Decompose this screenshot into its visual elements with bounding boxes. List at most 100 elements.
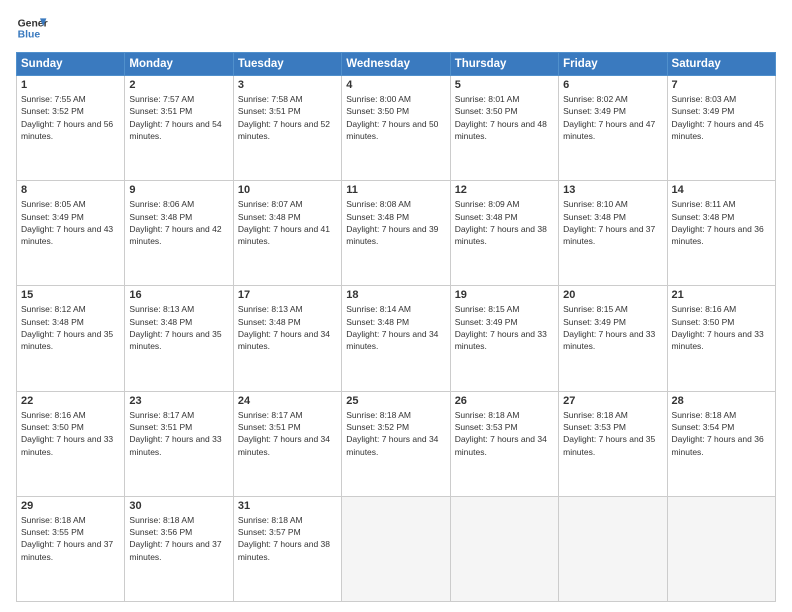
day-info: Sunrise: 8:00 AMSunset: 3:50 PMDaylight:…	[346, 93, 445, 142]
day-info: Sunrise: 8:18 AMSunset: 3:57 PMDaylight:…	[238, 514, 337, 563]
day-number: 27	[563, 395, 662, 407]
day-number: 1	[21, 79, 120, 91]
day-header-friday: Friday	[559, 53, 667, 76]
day-info: Sunrise: 8:06 AMSunset: 3:48 PMDaylight:…	[129, 198, 228, 247]
day-info: Sunrise: 8:14 AMSunset: 3:48 PMDaylight:…	[346, 303, 445, 352]
logo-icon: General Blue	[16, 12, 48, 44]
day-info: Sunrise: 7:55 AMSunset: 3:52 PMDaylight:…	[21, 93, 120, 142]
calendar-cell: 17Sunrise: 8:13 AMSunset: 3:48 PMDayligh…	[233, 286, 341, 391]
day-header-thursday: Thursday	[450, 53, 558, 76]
calendar-cell: 11 Sunrise: 8:08 AMSunset: 3:48 PMDayligh…	[342, 181, 450, 286]
day-number: 2	[129, 79, 228, 91]
calendar-cell	[342, 496, 450, 601]
calendar-cell: 24 Sunrise: 8:17 AMSunset: 3:51 PMDayligh…	[233, 391, 341, 496]
calendar-row-1: 8Sunrise: 8:05 AMSunset: 3:49 PMDaylight…	[17, 181, 776, 286]
day-info: Sunrise: 8:03 AMSunset: 3:49 PMDaylight:…	[672, 93, 771, 142]
day-number: 4	[346, 79, 445, 91]
day-number: 11	[346, 184, 445, 196]
day-info: Sunrise: 8:18 AMSunset: 3:55 PMDaylight:…	[21, 514, 120, 563]
day-number: 6	[563, 79, 662, 91]
calendar-cell: 8Sunrise: 8:05 AMSunset: 3:49 PMDaylight…	[17, 181, 125, 286]
calendar-cell: 15 Sunrise: 8:12 AMSunset: 3:48 PMDayligh…	[17, 286, 125, 391]
day-header-monday: Monday	[125, 53, 233, 76]
day-info: Sunrise: 7:57 AMSunset: 3:51 PMDaylight:…	[129, 93, 228, 142]
day-info: Sunrise: 8:17 AMSunset: 3:51 PMDaylight:…	[238, 409, 337, 458]
day-info: Sunrise: 8:02 AMSunset: 3:49 PMDaylight:…	[563, 93, 662, 142]
day-info: Sunrise: 8:11 AMSunset: 3:48 PMDaylight:…	[672, 198, 771, 247]
calendar-header-row: SundayMondayTuesdayWednesdayThursdayFrid…	[17, 53, 776, 76]
day-number: 30	[129, 500, 228, 512]
calendar-cell: 27 Sunrise: 8:18 AMSunset: 3:53 PMDayligh…	[559, 391, 667, 496]
calendar-cell	[667, 496, 775, 601]
day-info: Sunrise: 8:18 AMSunset: 3:53 PMDaylight:…	[455, 409, 554, 458]
calendar-cell: 22 Sunrise: 8:16 AMSunset: 3:50 PMDayligh…	[17, 391, 125, 496]
day-number: 14	[672, 184, 771, 196]
day-info: Sunrise: 8:13 AMSunset: 3:48 PMDaylight:…	[129, 303, 228, 352]
day-info: Sunrise: 8:08 AMSunset: 3:48 PMDaylight:…	[346, 198, 445, 247]
calendar-cell	[559, 496, 667, 601]
calendar-cell: 13 Sunrise: 8:10 AMSunset: 3:48 PMDayligh…	[559, 181, 667, 286]
day-number: 3	[238, 79, 337, 91]
calendar-cell: 25 Sunrise: 8:18 AMSunset: 3:52 PMDayligh…	[342, 391, 450, 496]
day-header-tuesday: Tuesday	[233, 53, 341, 76]
day-number: 15	[21, 289, 120, 301]
day-number: 10	[238, 184, 337, 196]
day-number: 20	[563, 289, 662, 301]
day-number: 21	[672, 289, 771, 301]
calendar-cell: 26 Sunrise: 8:18 AMSunset: 3:53 PMDayligh…	[450, 391, 558, 496]
calendar-row-3: 22 Sunrise: 8:16 AMSunset: 3:50 PMDayligh…	[17, 391, 776, 496]
calendar-cell: 4 Sunrise: 8:00 AMSunset: 3:50 PMDaylight…	[342, 76, 450, 181]
calendar-cell: 12Sunrise: 8:09 AMSunset: 3:48 PMDayligh…	[450, 181, 558, 286]
calendar-cell: 20 Sunrise: 8:15 AMSunset: 3:49 PMDayligh…	[559, 286, 667, 391]
calendar-cell: 16 Sunrise: 8:13 AMSunset: 3:48 PMDayligh…	[125, 286, 233, 391]
calendar-cell: 6 Sunrise: 8:02 AMSunset: 3:49 PMDaylight…	[559, 76, 667, 181]
calendar-row-2: 15 Sunrise: 8:12 AMSunset: 3:48 PMDayligh…	[17, 286, 776, 391]
day-info: Sunrise: 8:17 AMSunset: 3:51 PMDaylight:…	[129, 409, 228, 458]
day-number: 22	[21, 395, 120, 407]
calendar-row-0: 1 Sunrise: 7:55 AMSunset: 3:52 PMDaylight…	[17, 76, 776, 181]
calendar: SundayMondayTuesdayWednesdayThursdayFrid…	[16, 52, 776, 602]
day-number: 9	[129, 184, 228, 196]
calendar-cell: 10Sunrise: 8:07 AMSunset: 3:48 PMDayligh…	[233, 181, 341, 286]
day-info: Sunrise: 8:18 AMSunset: 3:54 PMDaylight:…	[672, 409, 771, 458]
day-info: Sunrise: 8:05 AMSunset: 3:49 PMDaylight:…	[21, 198, 120, 247]
calendar-cell	[450, 496, 558, 601]
day-info: Sunrise: 8:01 AMSunset: 3:50 PMDaylight:…	[455, 93, 554, 142]
calendar-cell: 1 Sunrise: 7:55 AMSunset: 3:52 PMDaylight…	[17, 76, 125, 181]
page: General Blue SundayMondayTuesdayWednesda…	[0, 0, 792, 612]
day-number: 28	[672, 395, 771, 407]
calendar-cell: 23Sunrise: 8:17 AMSunset: 3:51 PMDayligh…	[125, 391, 233, 496]
day-info: Sunrise: 8:18 AMSunset: 3:53 PMDaylight:…	[563, 409, 662, 458]
calendar-cell: 3Sunrise: 7:58 AMSunset: 3:51 PMDaylight…	[233, 76, 341, 181]
day-info: Sunrise: 8:15 AMSunset: 3:49 PMDaylight:…	[563, 303, 662, 352]
day-info: Sunrise: 8:16 AMSunset: 3:50 PMDaylight:…	[672, 303, 771, 352]
day-info: Sunrise: 8:13 AMSunset: 3:48 PMDaylight:…	[238, 303, 337, 352]
day-number: 29	[21, 500, 120, 512]
calendar-row-4: 29 Sunrise: 8:18 AMSunset: 3:55 PMDayligh…	[17, 496, 776, 601]
logo: General Blue	[16, 12, 48, 44]
day-number: 26	[455, 395, 554, 407]
day-info: Sunrise: 8:12 AMSunset: 3:48 PMDaylight:…	[21, 303, 120, 352]
day-number: 7	[672, 79, 771, 91]
day-header-sunday: Sunday	[17, 53, 125, 76]
day-info: Sunrise: 8:10 AMSunset: 3:48 PMDaylight:…	[563, 198, 662, 247]
calendar-cell: 2 Sunrise: 7:57 AMSunset: 3:51 PMDaylight…	[125, 76, 233, 181]
day-info: Sunrise: 8:18 AMSunset: 3:56 PMDaylight:…	[129, 514, 228, 563]
day-info: Sunrise: 8:15 AMSunset: 3:49 PMDaylight:…	[455, 303, 554, 352]
day-number: 5	[455, 79, 554, 91]
calendar-cell: 30 Sunrise: 8:18 AMSunset: 3:56 PMDayligh…	[125, 496, 233, 601]
calendar-cell: 18 Sunrise: 8:14 AMSunset: 3:48 PMDayligh…	[342, 286, 450, 391]
day-number: 18	[346, 289, 445, 301]
calendar-cell: 28 Sunrise: 8:18 AMSunset: 3:54 PMDayligh…	[667, 391, 775, 496]
day-number: 16	[129, 289, 228, 301]
header: General Blue	[16, 12, 776, 44]
day-number: 31	[238, 500, 337, 512]
day-number: 24	[238, 395, 337, 407]
day-number: 25	[346, 395, 445, 407]
calendar-cell: 19 Sunrise: 8:15 AMSunset: 3:49 PMDayligh…	[450, 286, 558, 391]
day-info: Sunrise: 8:16 AMSunset: 3:50 PMDaylight:…	[21, 409, 120, 458]
day-number: 13	[563, 184, 662, 196]
day-info: Sunrise: 8:18 AMSunset: 3:52 PMDaylight:…	[346, 409, 445, 458]
day-info: Sunrise: 8:09 AMSunset: 3:48 PMDaylight:…	[455, 198, 554, 247]
day-number: 19	[455, 289, 554, 301]
